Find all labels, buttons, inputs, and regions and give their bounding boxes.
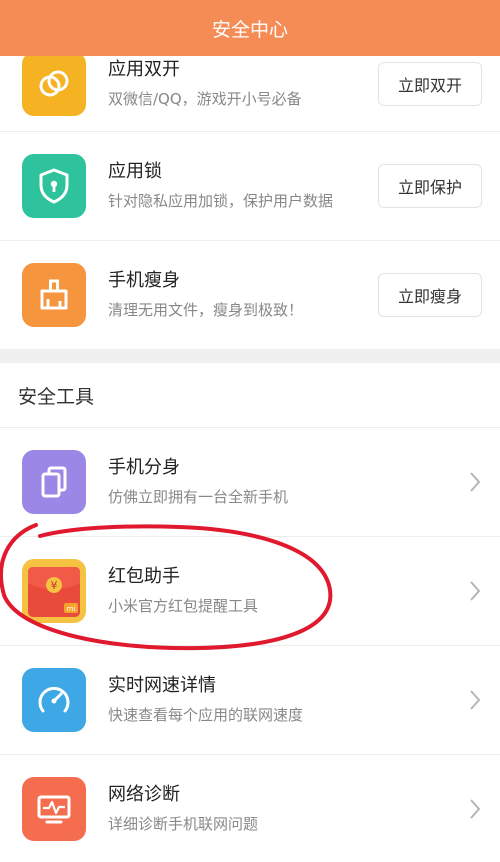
item-subtitle: 双微信/QQ，游戏开小号必备 [108, 89, 302, 108]
cleanup-button[interactable]: 立即瘦身 [378, 272, 482, 317]
list-item-network-diagnosis[interactable]: 网络诊断 详细诊断手机联网问题 [0, 754, 500, 862]
chevron-right-icon [470, 580, 481, 601]
chevron-right-icon [470, 689, 481, 710]
item-subtitle: 仿佛立即拥有一台全新手机 [108, 487, 289, 506]
dual-app-button[interactable]: 立即双开 [378, 61, 482, 106]
network-monitor-icon [22, 776, 86, 841]
item-title: 实时网速详情 [108, 674, 216, 696]
section-gap [0, 349, 500, 363]
item-title: 红包助手 [108, 565, 180, 587]
list-item-network-speed[interactable]: 实时网速详情 快速查看每个应用的联网速度 [0, 645, 500, 754]
broom-icon [22, 262, 86, 327]
item-subtitle: 清理无用文件，瘦身到极致！ [108, 300, 304, 319]
app-lock-button[interactable]: 立即保护 [378, 163, 482, 208]
yuan-symbol: ¥ [51, 579, 58, 592]
item-title: 应用双开 [108, 58, 180, 80]
dual-app-icon [22, 51, 86, 116]
section-title: 安全工具 [18, 386, 95, 408]
page-title: 安全中心 [211, 18, 288, 41]
item-title: 手机分身 [108, 456, 180, 478]
second-space-icon [22, 449, 86, 514]
app-header: 安全中心 [0, 0, 500, 56]
item-subtitle: 详细诊断手机联网问题 [108, 814, 259, 833]
chevron-right-icon [470, 471, 481, 492]
red-packet-icon: ¥ mi [22, 558, 86, 623]
item-subtitle: 快速查看每个应用的联网速度 [108, 705, 304, 724]
list-item-phone-cleanup[interactable]: 手机瘦身 清理无用文件，瘦身到极致！ 立即瘦身 [0, 240, 500, 349]
item-title: 应用锁 [108, 160, 162, 182]
list-item-app-lock[interactable]: 应用锁 针对隐私应用加锁，保护用户数据 立即保护 [0, 131, 500, 240]
item-title: 网络诊断 [108, 783, 180, 805]
list-item-red-packet[interactable]: ¥ mi 红包助手 小米官方红包提醒工具 [0, 536, 500, 645]
speedometer-icon [22, 667, 86, 732]
chevron-right-icon [470, 798, 481, 819]
item-title: 手机瘦身 [108, 269, 180, 291]
shield-lock-icon [22, 153, 86, 218]
item-subtitle: 针对隐私应用加锁，保护用户数据 [108, 191, 334, 210]
list-item-second-space[interactable]: 手机分身 仿佛立即拥有一台全新手机 [0, 427, 500, 536]
item-subtitle: 小米官方红包提醒工具 [108, 596, 259, 615]
mi-badge: mi [67, 605, 76, 613]
